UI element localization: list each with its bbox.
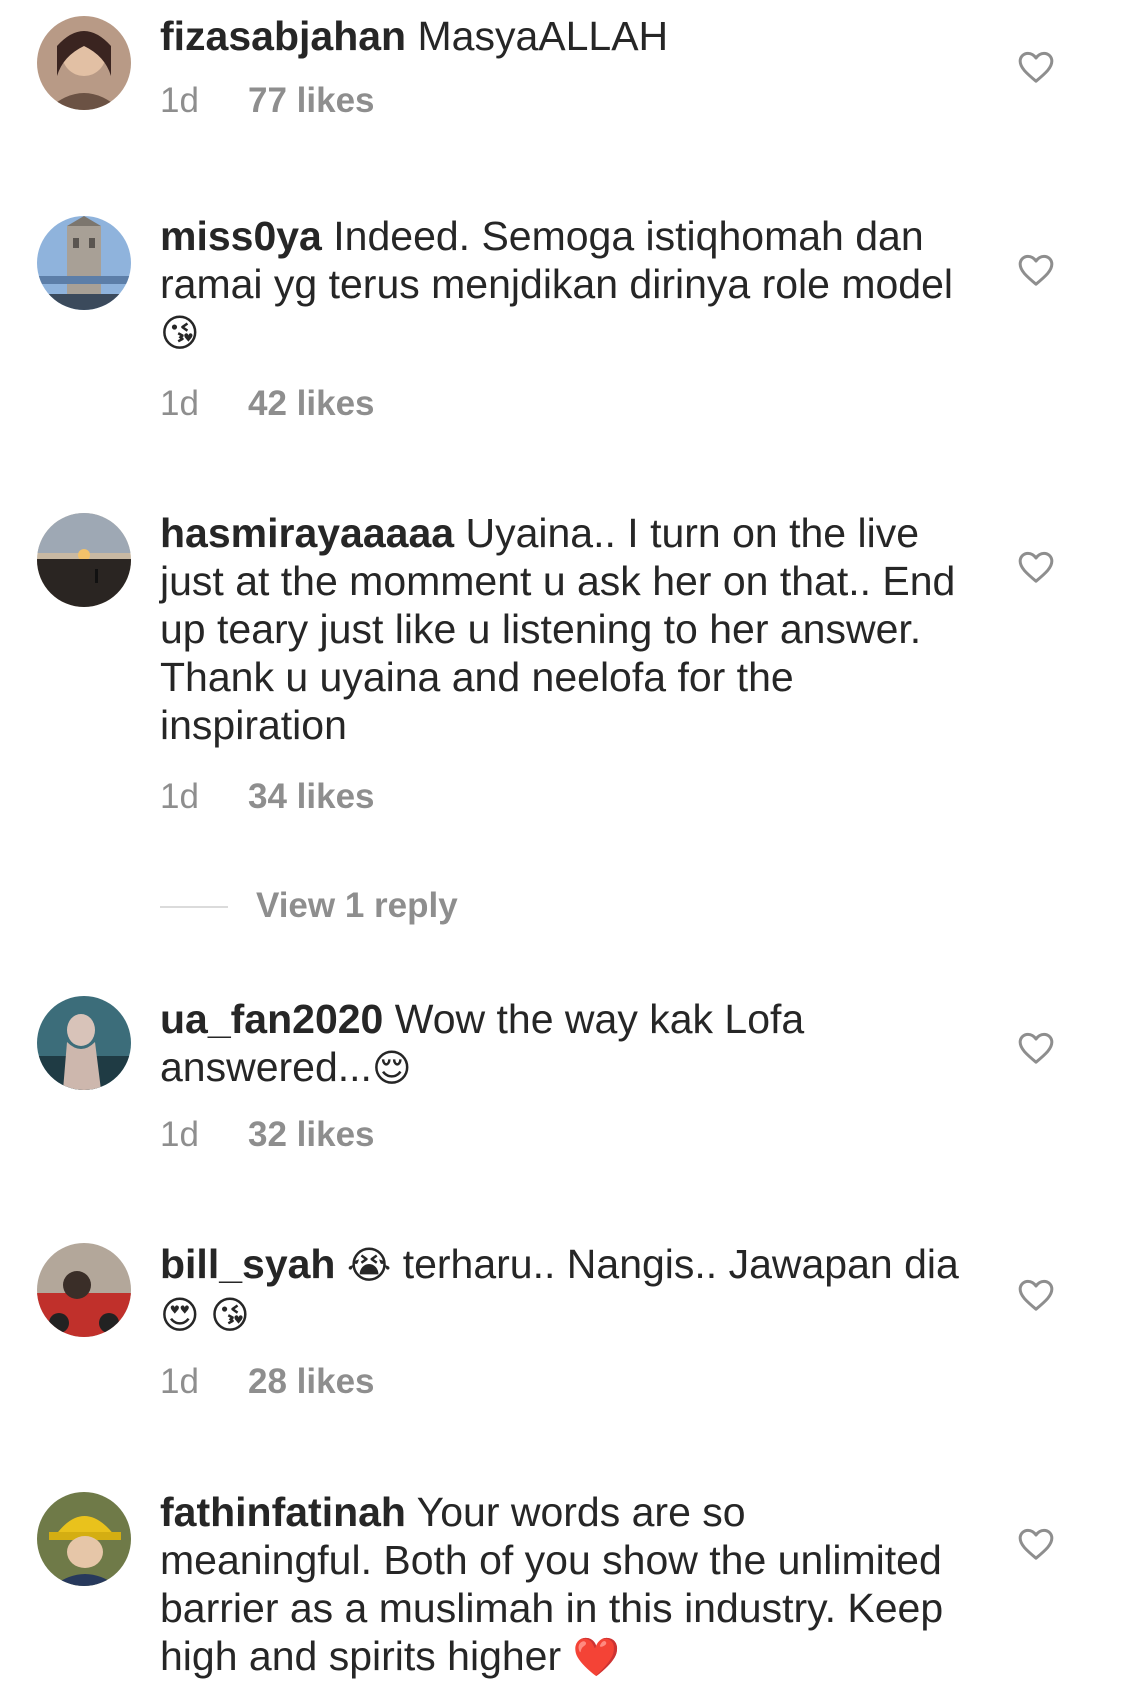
heart-outline-icon[interactable] (1016, 1275, 1056, 1315)
heart-outline-icon[interactable] (1016, 250, 1056, 290)
likes-count[interactable]: 77 likes (248, 81, 375, 120)
heart-eyes-kiss-emoji: 😍 😘 (160, 1295, 250, 1337)
comment-meta: 1d 42 likes (160, 384, 375, 424)
heart-outline-icon[interactable] (1016, 47, 1056, 87)
user-avatar-yellow-hat (37, 1492, 131, 1586)
comment-text: hasmirayaaaaa Uyaina.. I turn on the liv… (160, 509, 960, 749)
likes-count[interactable]: 28 likes (248, 1362, 375, 1401)
avatar[interactable] (37, 1243, 131, 1337)
user-avatar-tower-bridge (37, 216, 131, 310)
avatar[interactable] (37, 216, 131, 310)
username-link[interactable]: bill_syah (160, 1241, 335, 1287)
timestamp: 1d (160, 1362, 199, 1401)
username-link[interactable]: hasmirayaaaaa (160, 510, 454, 556)
comment-meta: 1d 32 likes (160, 1115, 375, 1155)
comment-meta: 1d 77 likes (160, 81, 375, 121)
heart-outline-icon[interactable] (1016, 1524, 1056, 1564)
relieved-emoji: 😌 (371, 1048, 412, 1090)
comment-meta: 1d 34 likes (160, 777, 375, 817)
comment-text: miss0ya Indeed. Semoga istiqhomah dan ra… (160, 212, 960, 358)
username-link[interactable]: fathinfatinah (160, 1489, 406, 1535)
view-replies-button[interactable]: View 1 reply (160, 884, 560, 928)
replies-divider (160, 906, 228, 908)
user-avatar-hijab (37, 996, 131, 1090)
timestamp: 1d (160, 384, 199, 423)
comment-text: ua_fan2020 Wow the way kak Lofa answered… (160, 995, 960, 1093)
heart-outline-icon[interactable] (1016, 1028, 1056, 1068)
heart-outline-icon[interactable] (1016, 547, 1056, 587)
user-avatar-sunset (37, 513, 131, 607)
comment-meta: 1d 28 likes (160, 1362, 375, 1402)
comment-body: terharu.. Nangis.. Jawapan dia (402, 1241, 959, 1287)
avatar[interactable] (37, 1492, 131, 1586)
comment-body: MasyaALLAH (417, 13, 669, 59)
user-avatar-car (37, 1243, 131, 1337)
comment-text: fathinfatinah Your words are so meaningf… (160, 1488, 960, 1682)
likes-count[interactable]: 34 likes (248, 777, 375, 816)
avatar[interactable] (37, 513, 131, 607)
view-replies-label[interactable]: View 1 reply (256, 886, 458, 926)
avatar[interactable] (37, 996, 131, 1090)
comment-text: fizasabjahan MasyaALLAH (160, 12, 960, 60)
comment-text: bill_syah 😭 terharu.. Nangis.. Jawapan d… (160, 1240, 960, 1340)
timestamp: 1d (160, 81, 199, 120)
likes-count[interactable]: 32 likes (248, 1115, 375, 1154)
username-link[interactable]: miss0ya (160, 213, 322, 259)
avatar[interactable] (37, 16, 131, 110)
red-heart-emoji: ❤️ (572, 1637, 620, 1679)
kiss-emoji: 😘 (160, 313, 200, 355)
user-avatar-portrait (37, 16, 131, 110)
username-link[interactable]: fizasabjahan (160, 13, 406, 59)
likes-count[interactable]: 42 likes (248, 384, 375, 423)
timestamp: 1d (160, 1115, 199, 1154)
crying-emoji: 😭 (346, 1245, 392, 1287)
username-link[interactable]: ua_fan2020 (160, 996, 383, 1042)
timestamp: 1d (160, 777, 199, 816)
